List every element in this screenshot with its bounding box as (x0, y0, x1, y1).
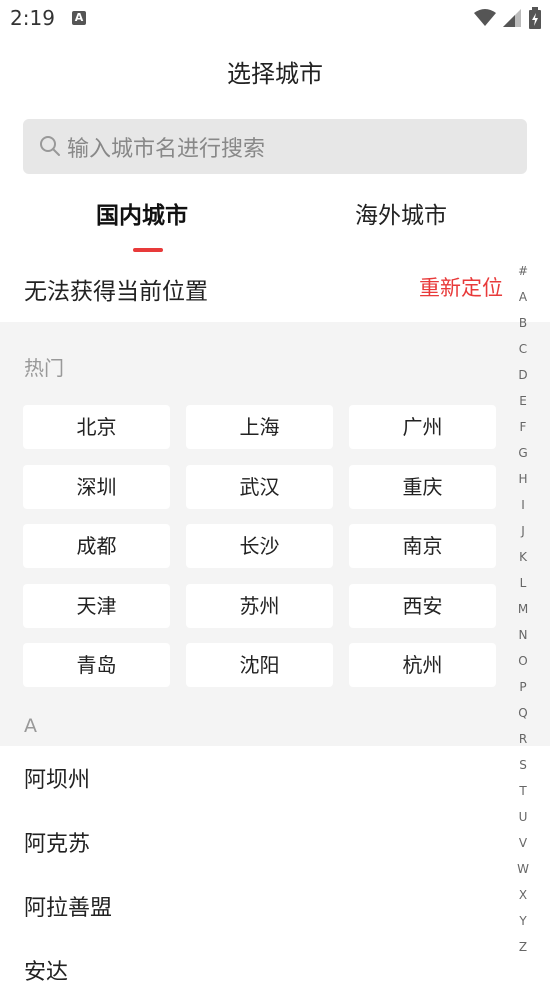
tab-domestic-cities[interactable]: 国内城市 (96, 196, 188, 230)
search-input[interactable]: 输入城市名进行搜索 (23, 119, 527, 174)
hot-cities-section: 热门 北京 上海 广州 深圳 武汉 重庆 成都 长沙 南京 天津 苏州 西安 青… (0, 322, 550, 746)
hot-city-button[interactable]: 沈阳 (186, 643, 333, 687)
index-letter[interactable]: T (512, 784, 534, 798)
hot-city-button[interactable]: 杭州 (349, 643, 496, 687)
hot-city-button[interactable]: 长沙 (186, 524, 333, 568)
index-letter[interactable]: C (512, 342, 534, 356)
index-letter[interactable]: I (512, 498, 534, 512)
status-icons (472, 7, 542, 29)
index-letter[interactable]: F (512, 420, 534, 434)
index-letter[interactable]: N (512, 628, 534, 642)
hot-cities-title: 热门 (24, 356, 64, 380)
hot-city-button[interactable]: 天津 (23, 584, 170, 628)
location-status-text: 无法获得当前位置 (24, 279, 208, 305)
index-letter[interactable]: V (512, 836, 534, 850)
hot-city-button[interactable]: 成都 (23, 524, 170, 568)
index-letter[interactable]: L (512, 576, 534, 590)
city-list-label: 阿坝州 (24, 768, 91, 793)
index-letter[interactable]: W (512, 862, 534, 876)
tab-overseas-cities[interactable]: 海外城市 (355, 196, 447, 230)
index-letter[interactable]: M (512, 602, 534, 616)
hot-city-button[interactable]: 苏州 (186, 584, 333, 628)
battery-charging-icon (529, 7, 541, 29)
index-letter[interactable]: G (512, 446, 534, 460)
hot-city-button[interactable]: 青岛 (23, 643, 170, 687)
current-location-row: 无法获得当前位置 重新定位 (0, 256, 550, 322)
city-list-label: 阿拉善盟 (24, 896, 113, 921)
city-list-item[interactable]: 安达 (0, 938, 510, 1002)
city-list-item[interactable]: 阿拉善盟 (0, 874, 510, 939)
index-letter[interactable]: B (512, 316, 534, 330)
section-letter-header: A (24, 715, 37, 737)
hot-city-button[interactable]: 武汉 (186, 465, 333, 509)
hot-city-button[interactable]: 深圳 (23, 465, 170, 509)
search-placeholder: 输入城市名进行搜索 (67, 137, 266, 162)
index-letter[interactable]: J (512, 524, 534, 538)
hot-city-button[interactable]: 重庆 (349, 465, 496, 509)
city-list-item[interactable]: 阿坝州 (0, 746, 510, 811)
wifi-icon (473, 9, 496, 26)
index-letter[interactable]: # (512, 264, 534, 278)
index-letter[interactable]: Z (512, 940, 534, 954)
index-letter[interactable]: E (512, 394, 534, 408)
page-title: 选择城市 (227, 60, 323, 88)
hot-city-button[interactable]: 西安 (349, 584, 496, 628)
city-list-item[interactable]: 阿克苏 (0, 810, 510, 875)
index-letter[interactable]: Q (512, 706, 534, 720)
active-tab-indicator (133, 248, 163, 252)
city-list-label: 阿克苏 (24, 832, 91, 857)
index-letter[interactable]: Y (512, 914, 534, 928)
index-letter[interactable]: H (512, 472, 534, 486)
index-letter[interactable]: R (512, 732, 534, 746)
index-letter[interactable]: A (512, 290, 534, 304)
index-letter[interactable]: U (512, 810, 534, 824)
notification-a-icon: A (72, 11, 86, 25)
hot-city-button[interactable]: 北京 (23, 405, 170, 449)
index-letter[interactable]: P (512, 680, 534, 694)
index-letter[interactable]: O (512, 654, 534, 668)
signal-icon (502, 9, 521, 27)
index-letter[interactable]: X (512, 888, 534, 902)
index-letter[interactable]: D (512, 368, 534, 382)
index-letter[interactable]: K (512, 550, 534, 564)
relocate-button[interactable]: 重新定位 (419, 272, 503, 302)
status-bar: 2:19 A (0, 0, 550, 38)
search-icon (40, 136, 60, 156)
status-time: 2:19 (10, 6, 55, 30)
city-list-label: 安达 (24, 960, 69, 985)
hot-city-button[interactable]: 上海 (186, 405, 333, 449)
hot-city-button[interactable]: 南京 (349, 524, 496, 568)
index-letter[interactable]: S (512, 758, 534, 772)
hot-city-button[interactable]: 广州 (349, 405, 496, 449)
